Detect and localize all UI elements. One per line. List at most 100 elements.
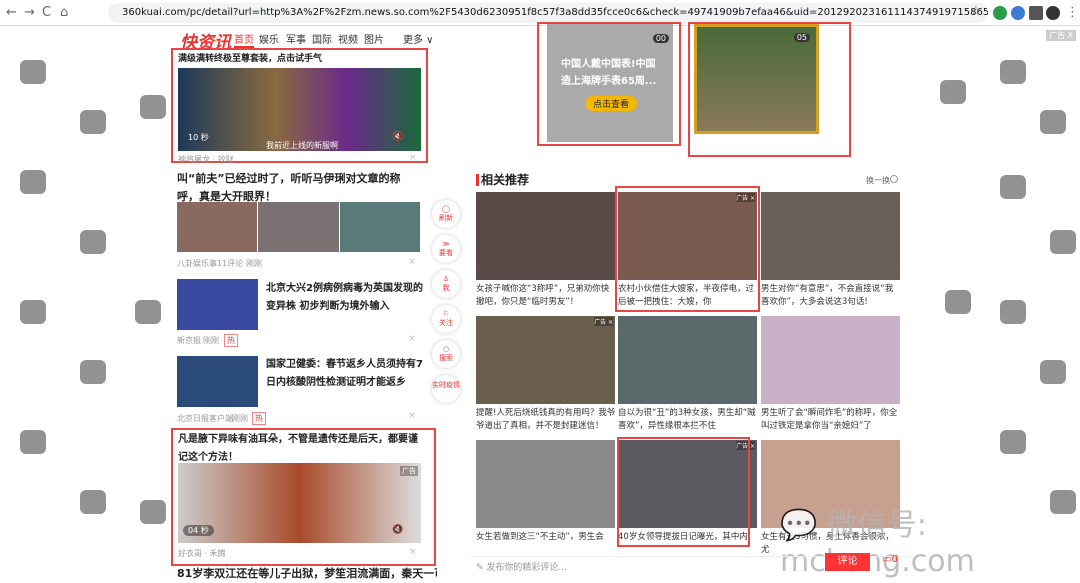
related-item[interactable]: 男生对你“有意思”，不会直接说“我喜欢你”，大多会说这3句话! [761, 192, 901, 309]
bookmark-icon: ⚐ [442, 310, 450, 318]
follow-button[interactable]: ⚐ 关注 [432, 305, 460, 333]
nav-military[interactable]: 军事 [286, 31, 306, 46]
ad-title: 满级满转终极至尊套装，点击试手气 [178, 54, 323, 64]
view-button[interactable]: 点击查看 [585, 96, 638, 111]
comment-count-value: 0 [891, 554, 898, 565]
related-caption[interactable]: 女孩子喊你这“3称呼”，兄弟劝你快撤吧，你只是“临时男友”！ [476, 283, 616, 309]
video-thumbnail[interactable]: 04 秒 广告 🔇 [178, 463, 421, 543]
related-caption[interactable]: 女生若做到这三“不主动”，男生会 [476, 531, 616, 544]
related-item[interactable]: 自以为很“丑”的3种女孩，男生却“贼喜欢”，异性缘根本拦不住 [618, 316, 758, 433]
sticker-icon [1040, 360, 1066, 384]
close-icon[interactable]: × [408, 257, 416, 267]
nav-more[interactable]: 更多 ∨ [403, 31, 434, 46]
search-label: 搜索 [439, 354, 453, 362]
article-title[interactable]: 国家卫健委：春节返乡人员须持有7日内核酸阴性检测证明才能返乡 [266, 356, 426, 392]
hot-badge: 热 [252, 412, 266, 425]
sticker-icon [1050, 230, 1076, 254]
video-ad-card[interactable]: 满级满转终极至尊套装，点击试手气 10 秒 我前近上线的新服啊 🔇 神将屠龙 ·… [171, 48, 428, 164]
close-icon[interactable]: × [408, 411, 416, 421]
puzzle-icon[interactable] [1029, 6, 1043, 20]
article-image[interactable] [177, 279, 258, 330]
refresh-icon[interactable] [890, 175, 898, 183]
related-item[interactable]: 男生听了会“瞬间炸毛”的称呼，你全叫过铁定是拿你当“亲媳妇”了 [761, 316, 901, 433]
back-button[interactable]: ← [6, 5, 17, 20]
article-time: 刚刚 [203, 336, 219, 345]
bookmark-star-icon[interactable]: ☆ [970, 4, 982, 19]
game-ad[interactable]: 05 [688, 22, 851, 157]
mute-icon[interactable]: 🔇 [392, 525, 403, 535]
sticker-icon [945, 290, 971, 314]
comment-submit-button[interactable]: 评论 [825, 553, 870, 571]
related-item[interactable]: 女生若做到这三“不主动”，男生会 [476, 440, 616, 544]
mute-icon[interactable]: 🔇 [392, 132, 403, 142]
ad-counter: 00 [652, 34, 669, 43]
forward-button[interactable]: → [24, 5, 35, 20]
article-comments[interactable]: 11评论 [217, 258, 243, 269]
nav-entertainment[interactable]: 娱乐 [259, 31, 279, 46]
avatar[interactable] [1046, 6, 1060, 20]
menu-icon[interactable]: ⋮ [1066, 5, 1079, 20]
watch-button[interactable]: ≫ 要看 [432, 235, 460, 263]
article-image[interactable] [258, 202, 339, 252]
sticker-icon [1000, 300, 1026, 324]
refresh-link[interactable]: 换一换 [866, 175, 890, 186]
video-thumbnail[interactable]: 10 秒 我前近上线的新服啊 🔇 [178, 68, 421, 151]
related-image[interactable] [761, 192, 900, 280]
extension-icon[interactable] [1011, 6, 1025, 20]
article-image[interactable] [340, 202, 420, 252]
related-image[interactable] [476, 192, 615, 280]
watch-ad[interactable]: 00 中国人戴中国表!中国造上海牌手表65周... 点击查看 [537, 22, 681, 146]
related-image[interactable] [618, 316, 757, 404]
epidemic-button[interactable]: 实时疫情 [432, 375, 460, 403]
close-icon[interactable]: × [409, 153, 417, 163]
comment-input[interactable]: ✎ 发布你的精彩评论... [476, 560, 567, 573]
sticker-icon [135, 300, 161, 324]
related-image[interactable] [476, 440, 615, 528]
refresh-label: 刷新 [439, 214, 453, 222]
highlight-box [617, 437, 750, 547]
related-item[interactable]: 广告 × 提醒!人死后烧纸钱真的有用吗？我爷爷道出了真相，并不是封建迷信！ [476, 316, 616, 433]
ad-badge[interactable]: 广告 × [594, 317, 613, 326]
corner-ad-close[interactable]: 广告 X [1046, 30, 1077, 41]
video-duration: 10 秒 [188, 133, 209, 142]
article-source: 新京报 [177, 336, 201, 345]
nav-video[interactable]: 视频 [338, 31, 358, 46]
hot-badge: 热 [224, 334, 238, 347]
nav-international[interactable]: 国际 [312, 31, 332, 46]
home-button[interactable]: ⌂ [60, 5, 68, 20]
nav-home[interactable]: 首页 [234, 31, 254, 48]
nav-pictures[interactable]: 图片 [364, 31, 384, 46]
related-caption[interactable]: 提醒!人死后烧纸钱真的有用吗？我爷爷道出了真相，并不是封建迷信！ [476, 407, 616, 433]
article-image[interactable] [177, 202, 257, 252]
sticker-icon [140, 95, 166, 119]
related-caption[interactable]: 男生听了会“瞬间炸毛”的称呼，你全叫过铁定是拿你当“亲媳妇”了 [761, 407, 901, 433]
sticker-icon [20, 300, 46, 324]
close-icon[interactable]: × [409, 547, 417, 557]
follow-label: 关注 [439, 319, 453, 327]
article-image[interactable] [177, 356, 258, 407]
ad-title: 凡是腋下异味有油耳朵，不管是遗传还是后天，都要谨记这个方法！ [178, 434, 418, 463]
wechat-icon: 💬 [780, 508, 818, 543]
comment-count[interactable]: ▭0 [882, 554, 898, 565]
article-title[interactable]: 81岁李双江还在等儿子出狱，梦笙泪流满面，秦天一可能没机 [177, 565, 437, 583]
reload-button[interactable]: C [42, 5, 51, 20]
related-image[interactable] [761, 316, 900, 404]
related-caption[interactable]: 自以为很“丑”的3种女孩，男生却“贼喜欢”，异性缘根本拦不住 [618, 407, 758, 433]
extension-icon[interactable] [993, 6, 1007, 20]
article-title[interactable]: 叫“前夫”已经过时了，听听马伊琍对文章的称呼，真是大开眼界！ [177, 170, 422, 206]
search-button[interactable]: ○ 搜索 [432, 340, 460, 368]
me-button[interactable]: ♙ 我 [432, 270, 460, 298]
article-title[interactable]: 北京大兴2例病例病毒为英国发现的变异株 初步判断为境外输入 [266, 280, 426, 316]
close-icon[interactable]: × [408, 334, 416, 344]
watch-label: 要看 [439, 249, 453, 257]
video-ad-card[interactable]: 凡是腋下异味有油耳朵，不管是遗传还是后天，都要谨记这个方法！ 04 秒 广告 🔇… [171, 428, 436, 566]
related-caption[interactable]: 男生对你“有意思”，不会直接说“我喜欢你”，大多会说这3句话! [761, 283, 901, 309]
sticker-icon [80, 360, 106, 384]
section-marker [476, 174, 479, 186]
article-source: 北京日报客户端 [177, 414, 233, 423]
address-bar[interactable]: 360kuai.com/pc/detail?url=http%3A%2F%2Fz… [108, 3, 988, 23]
related-item[interactable]: 女孩子喊你这“3称呼”，兄弟劝你快撤吧，你只是“临时男友”！ [476, 192, 616, 309]
sticker-icon [80, 490, 106, 514]
refresh-button[interactable]: ◯ 刷新 [432, 200, 460, 228]
related-image[interactable]: 广告 × [476, 316, 615, 404]
